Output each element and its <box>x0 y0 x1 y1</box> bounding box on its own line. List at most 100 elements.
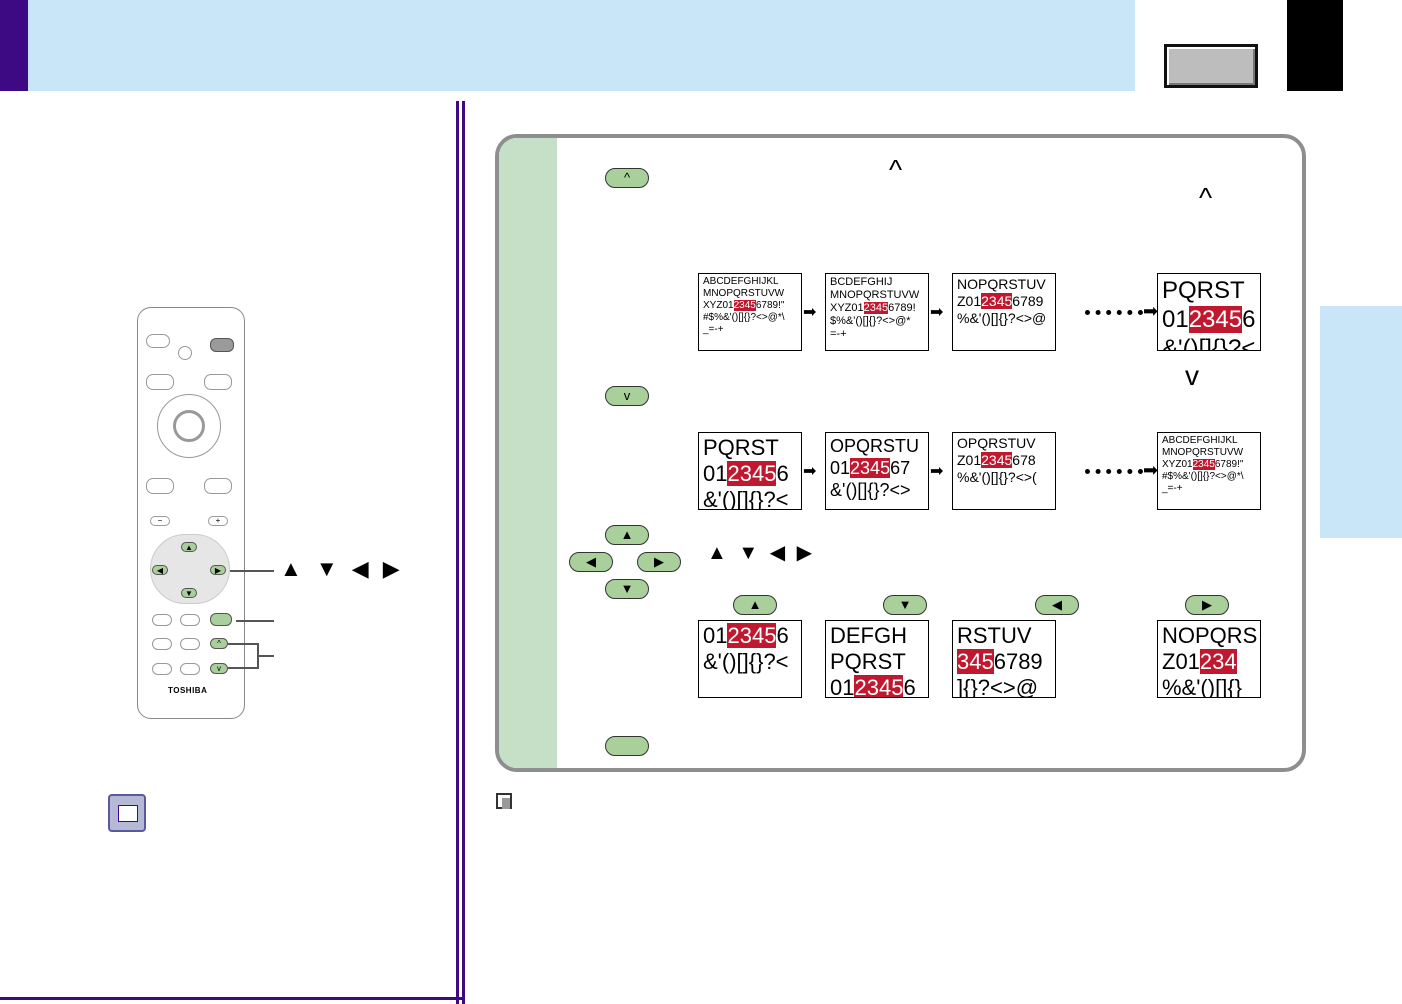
thumbnail-text-line: Z0123456789 <box>957 293 1044 309</box>
caret-down-icon: v <box>1185 360 1199 391</box>
zoom-down-button[interactable]: v <box>605 386 649 406</box>
thumbnail-text-line: $%&'()[]{}?<>@* <box>830 315 911 327</box>
thumbnail-text-line: Z01234 <box>1162 649 1237 674</box>
header-accent-bar <box>0 0 28 91</box>
dotted-arrow-icon <box>1085 469 1143 479</box>
pan-thumbnail: RSTUV 3456789]{}?<>@ <box>952 620 1056 698</box>
thumbnail-text-line: &'()[]{}?< <box>703 487 789 510</box>
zoom-out-thumbnail: PQRST 0123456 &'()[]{}?< <box>698 432 802 510</box>
highlighted-text: 2345 <box>863 302 889 314</box>
thumbnail-text-line: _=-+ <box>1162 483 1183 494</box>
highlighted-text: 2345 <box>733 300 756 311</box>
thumbnail-text-line: MNOPQRSTUVW <box>830 289 920 301</box>
thumbnail-text-line: NOPQRSTUV <box>957 276 1046 292</box>
zoom-out-thumbnail: OPQRSTU 01234567 &'()[]{}?<> <box>825 432 929 510</box>
callout-line-zoom-down <box>228 667 258 669</box>
thumbnail-text-line: ]{}?<>@ <box>957 675 1039 698</box>
highlighted-text: 2345 <box>1188 306 1243 333</box>
thumbnail-text-line: 0123456 <box>1162 306 1256 333</box>
remote-joystick <box>173 410 205 442</box>
thumbnail-text-line: ABCDEFGHIJKL <box>1162 435 1238 446</box>
pan-right-button[interactable]: ▶ <box>637 552 681 572</box>
highlighted-text: 2345 <box>1192 459 1215 470</box>
thumbnail-text-line: BCDEFGHIJ <box>830 276 893 288</box>
thumbnail-text-line: PQRST <box>703 435 779 460</box>
thumbnail-text-line: #$%&'()[]{}?<>@*\ <box>703 312 785 323</box>
zoom-in-thumbnail: NOPQRSTUV Z0123456789 %&'()[]{}?<>@ <box>952 273 1056 351</box>
remote-button <box>152 663 172 675</box>
thumbnail-text-line: &'()[]{}?< <box>1162 335 1256 351</box>
highlighted-text: 2345 <box>981 452 1013 468</box>
remote-up-button: ▲ <box>181 542 197 552</box>
thumbnail-text-line: ABCDEFGHIJKL <box>703 276 779 287</box>
remote-button <box>204 374 232 390</box>
sequence-arrow-icon: ➡ <box>930 463 944 480</box>
thumbnail-text-line: &'()[]{}?<> <box>830 480 911 500</box>
thumbnail-text-line: 0123456 <box>703 623 789 648</box>
header-contents-button[interactable] <box>1164 44 1258 88</box>
instruction-panel: ^ ^ ^ v v ▲ ◀ ▶ ▼ ▲ ▼ ◀ ▶ ▲ ▼ ◀ ▶ ABCDEF… <box>495 134 1306 772</box>
zoom-in-thumbnail: BCDEFGHIJ MNOPQRSTUVW XYZ0123456789! $%&'()… <box>825 273 929 351</box>
column-divider <box>456 101 459 1004</box>
column-divider <box>462 101 465 1004</box>
pan-down-button[interactable]: ▼ <box>605 579 649 599</box>
thumbnail-text-line: OPQRSTUV <box>957 435 1036 451</box>
arrow-keys-inline-label: ▲ ▼ ◀ ▶ <box>707 542 816 564</box>
zoom-in-thumbnail: ABCDEFGHIJKL MNOPQRSTUVW XYZ0123456789!" #$… <box>698 273 802 351</box>
highlighted-text: 2345 <box>727 461 777 486</box>
caret-up-icon: ^ <box>889 154 903 185</box>
remote-zoom-up-button: ^ <box>210 638 228 649</box>
callout-line-arrows <box>230 570 274 572</box>
remote-right-button: ▶ <box>210 565 226 575</box>
remote-button <box>146 334 170 348</box>
remote-control-illustration: − + ▲ ▼ ◀ ▶ ^ v TOSHIBA <box>137 307 245 719</box>
pan-left-label-button: ◀ <box>1035 595 1079 615</box>
remote-button <box>180 614 200 626</box>
callout-line-zoom <box>258 655 274 657</box>
thumbnail-text-line: _=-+ <box>703 324 724 335</box>
dotted-arrow-icon <box>1085 310 1143 320</box>
sequence-arrow-icon: ➡ <box>803 463 817 480</box>
chapter-side-tab[interactable] <box>1320 306 1402 538</box>
remote-button <box>152 638 172 650</box>
remote-zoom-reset-button <box>210 613 232 626</box>
dotted-arrow-head-icon: ➡ <box>1143 301 1159 321</box>
thumbnail-text-line: NOPQRS <box>1162 623 1258 648</box>
sequence-arrow-icon: ➡ <box>930 304 944 321</box>
remote-minus-button: − <box>150 516 170 526</box>
thumbnail-text-line: XYZ0123456789! <box>830 302 916 314</box>
zoom-up-button[interactable]: ^ <box>605 168 649 188</box>
thumbnail-text-line: 0123456 <box>830 675 916 698</box>
footnote-marker <box>496 793 512 809</box>
remote-brand-label: TOSHIBA <box>168 686 208 695</box>
remote-zoom-down-button: v <box>210 663 228 674</box>
highlighted-text: 2345 <box>727 623 777 648</box>
thumbnail-text-line: #$%&'()[]{}?<>@*\ <box>1162 471 1244 482</box>
remote-button <box>180 638 200 650</box>
remote-button <box>178 346 192 360</box>
remote-button <box>180 663 200 675</box>
zoom-out-thumbnail: OPQRSTUV Z012345678 %&'()[]{}?<>( <box>952 432 1056 510</box>
pan-thumbnail: NOPQRS Z01234 %&'()[]{} <box>1157 620 1261 698</box>
note-icon <box>108 794 146 832</box>
power-button <box>210 338 234 352</box>
thumbnail-text-line: %&'()[]{}?<>( <box>957 469 1037 485</box>
thumbnail-text-line: 3456789 <box>957 649 1043 674</box>
pan-up-label-button: ▲ <box>733 595 777 615</box>
thumbnail-text-line: RSTUV <box>957 623 1032 648</box>
caret-up-icon: ^ <box>1199 182 1213 213</box>
thumbnail-text-line: PQRST <box>830 649 906 674</box>
reset-button[interactable] <box>605 736 649 756</box>
remote-left-button: ◀ <box>152 565 168 575</box>
thumbnail-text-line: PQRST <box>1162 277 1245 304</box>
pan-up-button[interactable]: ▲ <box>605 525 649 545</box>
pan-thumbnail: 0123456 &'()[]{}?< <box>698 620 802 698</box>
zoom-out-thumbnail: ABCDEFGHIJKL MNOPQRSTUVW XYZ0123456789!" #$… <box>1157 432 1261 510</box>
pan-left-button[interactable]: ◀ <box>569 552 613 572</box>
step-strip <box>499 138 557 768</box>
header-black-block <box>1287 0 1343 91</box>
callout-line-reset <box>236 620 274 622</box>
bottom-rule <box>0 997 465 1000</box>
thumbnail-text-line: MNOPQRSTUVW <box>1162 447 1244 458</box>
thumbnail-text-line: %&'()[]{} <box>1162 675 1243 698</box>
